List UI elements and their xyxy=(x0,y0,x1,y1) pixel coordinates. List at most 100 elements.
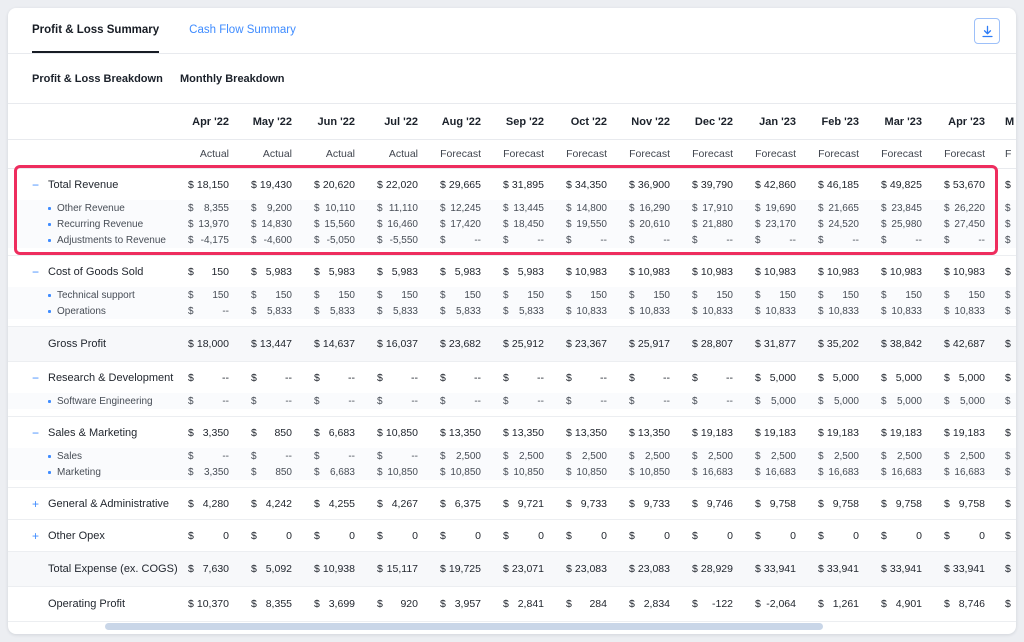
value-cell: $19,690 xyxy=(745,203,808,214)
month-header-cell: Sep '22 xyxy=(493,116,556,128)
value-cell: $21,880 xyxy=(682,219,745,230)
value-cell: $16,290 xyxy=(619,203,682,214)
value-cell: $-- xyxy=(619,235,682,246)
currency-symbol: $ xyxy=(1005,290,1011,301)
value-cell: $10,110 xyxy=(304,203,367,214)
value-cell: $150 xyxy=(493,290,556,301)
value-cell: $9 xyxy=(997,498,1016,510)
value-cell: $5,833 xyxy=(493,306,556,317)
value-cell: $ xyxy=(997,290,1016,301)
cell-value: 10,833 xyxy=(765,306,796,317)
table-row: Total Expense (ex. COGS)$7,630$5,092$10,… xyxy=(8,552,1016,586)
cell-value: 16,460 xyxy=(387,219,418,230)
value-cell: $10,983 xyxy=(871,266,934,278)
currency-symbol: $ xyxy=(944,467,950,478)
currency-symbol: $ xyxy=(566,451,572,462)
value-cell: $ xyxy=(997,396,1016,407)
cell-value: 28,929 xyxy=(701,563,733,575)
currency-symbol: $ xyxy=(881,306,887,317)
value-cell: $1 xyxy=(997,598,1016,610)
currency-symbol: $ xyxy=(377,467,383,478)
cell-value: 19,183 xyxy=(701,427,733,439)
column-type-cell: Forecast xyxy=(871,148,934,160)
value-cell: $5,983 xyxy=(367,266,430,278)
horizontal-scrollbar[interactable] xyxy=(105,623,823,630)
expand-toggle-icon[interactable]: + xyxy=(30,498,41,510)
tab-profit-loss-summary[interactable]: Profit & Loss Summary xyxy=(32,8,159,53)
collapse-toggle-icon[interactable]: − xyxy=(30,427,41,439)
value-cell: $ xyxy=(997,235,1016,246)
currency-symbol: $ xyxy=(692,498,698,510)
currency-symbol: $ xyxy=(440,598,446,610)
cell-value: 5,000 xyxy=(833,372,859,384)
value-cell: $-- xyxy=(934,235,997,246)
currency-symbol: $ xyxy=(503,266,509,278)
value-cell: $16,683 xyxy=(808,467,871,478)
value-cell: $23,083 xyxy=(619,563,682,575)
cell-value: -4,600 xyxy=(264,235,292,246)
value-cell: $46,185 xyxy=(808,179,871,191)
collapse-toggle-icon[interactable]: − xyxy=(30,179,41,191)
currency-symbol: $ xyxy=(629,427,635,439)
table-header-row: Apr '22May '22Jun '22Jul '22Aug '22Sep '… xyxy=(8,104,1016,140)
collapse-toggle-icon[interactable]: − xyxy=(30,266,41,278)
value-cell: $53,670 xyxy=(934,179,997,191)
currency-symbol: $ xyxy=(944,598,950,610)
currency-symbol: $ xyxy=(629,530,635,542)
cell-value: 46,185 xyxy=(827,179,859,191)
currency-symbol: $ xyxy=(818,427,824,439)
cell-value: 150 xyxy=(401,290,418,301)
currency-symbol: $ xyxy=(881,598,887,610)
value-cell: $-- xyxy=(178,396,241,407)
currency-symbol: $ xyxy=(1005,451,1011,462)
row-label: Sales xyxy=(57,451,82,462)
currency-symbol: $ xyxy=(692,290,698,301)
table-row: Gross Profit$18,000$13,447$14,637$16,037… xyxy=(8,327,1016,361)
value-cell: $0 xyxy=(430,530,493,542)
table-row: Adjustments to Revenue$-4,175$-4,600$-5,… xyxy=(8,232,1016,248)
cell-value: -- xyxy=(600,372,607,384)
cell-value: 10,983 xyxy=(953,266,985,278)
currency-symbol: $ xyxy=(818,219,824,230)
row-label-cell: Software Engineering xyxy=(8,396,178,407)
cell-value: -- xyxy=(663,396,670,407)
bullet-icon xyxy=(48,207,51,210)
currency-symbol: $ xyxy=(818,179,824,191)
currency-symbol: $ xyxy=(188,266,194,278)
value-cell: $ xyxy=(997,219,1016,230)
expand-toggle-icon[interactable]: + xyxy=(30,530,41,542)
table-row: Software Engineering$--$--$--$--$--$--$-… xyxy=(8,393,1016,409)
value-cell: $18,000 xyxy=(178,338,241,350)
currency-symbol: $ xyxy=(944,563,950,575)
currency-symbol: $ xyxy=(629,451,635,462)
value-cell: $5,000 xyxy=(808,396,871,407)
value-cell: $33,941 xyxy=(808,563,871,575)
value-cell: $5,000 xyxy=(808,372,871,384)
currency-symbol: $ xyxy=(440,372,446,384)
value-cell: $150 xyxy=(619,290,682,301)
row-label: Recurring Revenue xyxy=(57,219,143,230)
currency-symbol: $ xyxy=(566,266,572,278)
currency-symbol: $ xyxy=(377,530,383,542)
currency-symbol: $ xyxy=(188,203,194,214)
cell-value: 21,665 xyxy=(828,203,859,214)
cell-value: 39,790 xyxy=(701,179,733,191)
value-cell: $17,420 xyxy=(430,219,493,230)
currency-symbol: $ xyxy=(314,530,320,542)
currency-symbol: $ xyxy=(188,179,194,191)
currency-symbol: $ xyxy=(629,266,635,278)
tab-cash-flow-summary[interactable]: Cash Flow Summary xyxy=(189,8,296,53)
value-cell: $2,500 xyxy=(493,451,556,462)
row-label-cell: Operations xyxy=(8,306,178,317)
download-button[interactable] xyxy=(974,18,1000,44)
cell-value: 16,290 xyxy=(639,203,670,214)
cell-value: 14,800 xyxy=(576,203,607,214)
value-cell: $14,800 xyxy=(556,203,619,214)
cell-value: -- xyxy=(285,451,292,462)
cell-value: -- xyxy=(537,396,544,407)
collapse-toggle-icon[interactable]: − xyxy=(30,372,41,384)
row-label-cell: −Cost of Goods Sold xyxy=(8,266,178,278)
currency-symbol: $ xyxy=(503,530,509,542)
currency-symbol: $ xyxy=(566,563,572,575)
value-cell: $-- xyxy=(241,396,304,407)
